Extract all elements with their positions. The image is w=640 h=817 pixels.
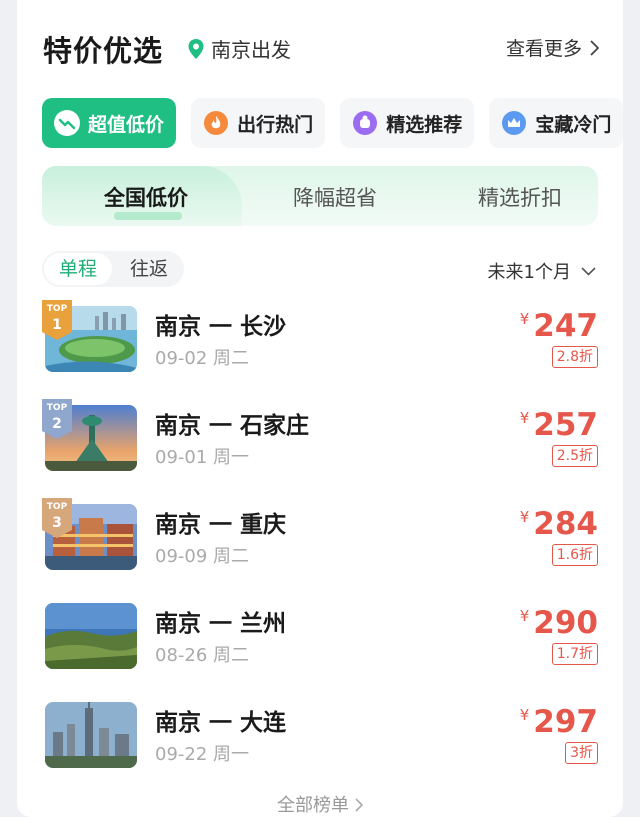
date-label: 09-09 周二 (155, 546, 250, 567)
route-label: 南京 一 重庆 (155, 512, 287, 538)
flight-row[interactable]: 南京 一 兰州 08-26 周二 ¥290 1.7折 (42, 597, 598, 696)
thumb-icon (352, 110, 378, 136)
price-value: 247 (533, 308, 598, 344)
date-label: 08-26 周二 (155, 645, 250, 666)
origin-selector[interactable]: 南京出发 (187, 34, 291, 63)
rank-badge-top: TOP (46, 403, 68, 413)
price: ¥247 (520, 308, 598, 344)
date-range-selector[interactable]: 未来1个月 (488, 258, 596, 284)
chevron-right-icon (590, 39, 599, 56)
date-label: 09-01 周一 (155, 447, 250, 468)
chip-recommended[interactable]: 精选推荐 (340, 98, 475, 148)
chip-hidden-gems[interactable]: 宝藏冷门 (489, 98, 623, 148)
route-label: 南京 一 兰州 (155, 611, 287, 637)
chip-label: 精选推荐 (386, 113, 463, 136)
flight-row[interactable]: TOP 1 南京 一 长沙 09-02 周二 ¥247 2.8折 (42, 300, 598, 399)
location-pin-icon (188, 38, 204, 59)
destination-photo (45, 603, 137, 669)
flight-row[interactable]: 南京 一 大连 09-22 周一 ¥297 3折 (42, 696, 598, 795)
rank-badge: TOP 2 (42, 399, 72, 439)
rank-badge-top: TOP (46, 304, 68, 314)
route-label: 南京 一 大连 (155, 710, 287, 736)
chip-popular[interactable]: 出行热门 (191, 98, 326, 148)
route-label: 南京 一 石家庄 (155, 413, 310, 439)
category-chips: 超值低价 出行热门 精选推荐 宝藏冷门 (42, 98, 623, 148)
rank-number: 1 (52, 317, 62, 333)
route-label: 南京 一 长沙 (155, 314, 287, 340)
view-more-link[interactable]: 查看更多 (506, 34, 599, 61)
oneway-option[interactable]: 单程 (44, 253, 112, 285)
view-all-rankings-link[interactable]: 全部榜单 (17, 791, 623, 817)
price: ¥290 (520, 605, 598, 641)
tab-selected-discount[interactable]: 精选折扣 (478, 182, 562, 212)
discount-tag: 2.5折 (551, 445, 598, 467)
flight-list: TOP 1 南京 一 长沙 09-02 周二 ¥247 2.8折 TOP 2 南… (42, 300, 598, 795)
tab-biggest-drop[interactable]: 降幅超省 (293, 182, 377, 212)
rank-number: 3 (52, 515, 62, 531)
view-all-label: 全部榜单 (277, 795, 349, 816)
price-value: 297 (533, 704, 598, 740)
chip-label: 宝藏冷门 (535, 113, 612, 136)
rank-badge-top: TOP (46, 502, 68, 512)
discount-tag: 2.8折 (551, 346, 598, 368)
price: ¥297 (520, 704, 598, 740)
rank-number: 2 (52, 416, 62, 432)
view-more-label: 查看更多 (505, 38, 582, 60)
crown-icon (501, 110, 527, 136)
chevron-right-icon (355, 798, 364, 812)
rank-badge: TOP 1 (42, 300, 72, 340)
date-label: 09-22 周一 (155, 744, 250, 765)
discount-tag: 1.7折 (551, 643, 598, 665)
flame-icon (203, 110, 229, 136)
header: 特价优选 南京出发 查看更多 (43, 28, 599, 68)
chip-label: 超值低价 (88, 113, 165, 136)
currency-symbol: ¥ (519, 607, 530, 625)
price: ¥284 (520, 506, 598, 542)
segment-active-underline (114, 212, 182, 220)
trend-down-icon (54, 110, 80, 136)
chevron-down-icon (581, 266, 596, 276)
flight-row[interactable]: TOP 2 南京 一 石家庄 09-01 周一 ¥257 2.5折 (42, 399, 598, 498)
segment-tabs: 全国低价 降幅超省 精选折扣 (42, 166, 598, 226)
chip-label: 出行热门 (237, 113, 314, 136)
trip-type-toggle: 单程 往返 (42, 251, 184, 287)
currency-symbol: ¥ (519, 706, 530, 724)
section-title: 特价优选 (43, 34, 164, 68)
date-range-label: 未来1个月 (487, 262, 571, 283)
destination-photo (45, 702, 137, 768)
currency-symbol: ¥ (519, 508, 530, 526)
currency-symbol: ¥ (519, 310, 530, 328)
price-value: 290 (533, 605, 598, 641)
date-label: 09-02 周二 (155, 348, 250, 369)
tab-nationwide-lowest[interactable]: 全国低价 (104, 182, 188, 212)
deals-card: 特价优选 南京出发 查看更多 超值低价 出行热门 精选推荐 宝藏冷门 全国低价 … (17, 0, 623, 817)
discount-tag: 3折 (565, 742, 598, 764)
origin-label: 南京出发 (211, 38, 291, 62)
discount-tag: 1.6折 (551, 544, 598, 566)
flight-row[interactable]: TOP 3 南京 一 重庆 09-09 周二 ¥284 1.6折 (42, 498, 598, 597)
rank-badge: TOP 3 (42, 498, 72, 538)
price-value: 257 (533, 407, 598, 443)
currency-symbol: ¥ (519, 409, 530, 427)
price-value: 284 (533, 506, 598, 542)
price: ¥257 (520, 407, 598, 443)
chip-bargain[interactable]: 超值低价 (42, 98, 177, 148)
roundtrip-option[interactable]: 往返 (118, 251, 180, 287)
